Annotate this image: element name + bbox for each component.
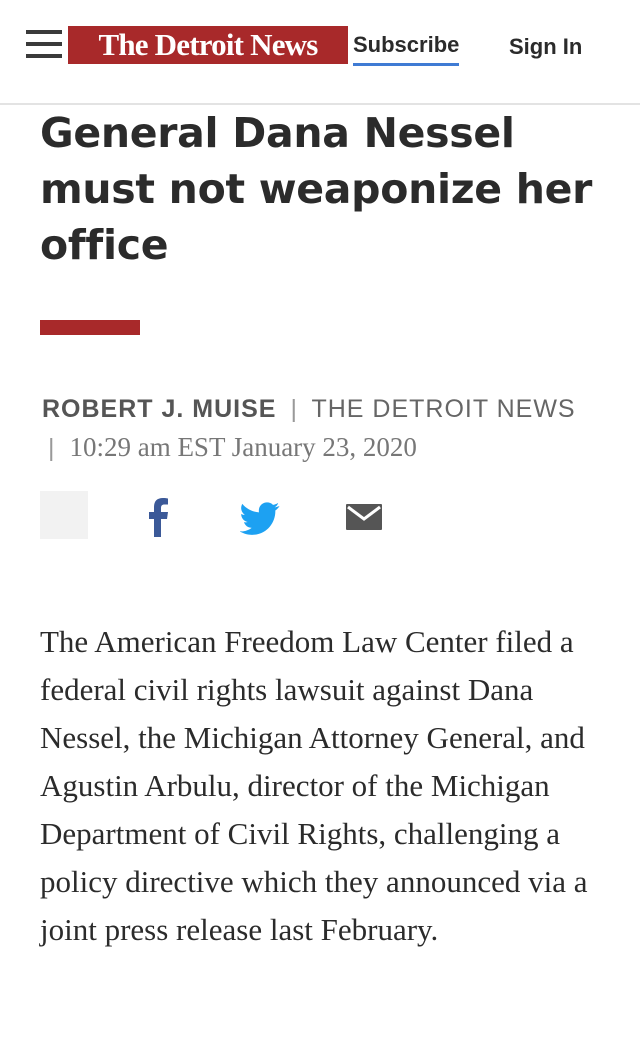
article-byline: ROBERT J. MUISE | THE DETROIT NEWS | 10:…	[42, 390, 602, 467]
article-headline: General Dana Nessel must not weaponize h…	[40, 109, 593, 269]
author-name[interactable]: ROBERT J. MUISE	[42, 395, 276, 423]
sign-in-link[interactable]: Sign In	[509, 35, 582, 59]
byline-separator: |	[48, 434, 56, 462]
menu-line	[26, 42, 62, 46]
share-placeholder	[40, 491, 88, 539]
byline-separator: |	[290, 395, 298, 423]
menu-line	[26, 30, 62, 34]
headline-accent-bar	[40, 320, 140, 335]
site-logo[interactable]: The Detroit News	[68, 26, 348, 64]
twitter-icon	[239, 502, 280, 535]
email-icon	[346, 504, 382, 530]
publication-name: THE DETROIT NEWS	[311, 395, 576, 423]
hamburger-menu-icon[interactable]	[26, 30, 62, 60]
article-body-paragraph: The American Freedom Law Center filed a …	[40, 624, 588, 947]
facebook-icon	[149, 498, 168, 537]
publish-timestamp: 10:29 am EST January 23, 2020	[69, 432, 417, 462]
menu-line	[26, 54, 62, 58]
subscribe-link[interactable]: Subscribe	[353, 33, 460, 66]
site-header: The Detroit News Subscribe Sign In	[0, 0, 640, 105]
facebook-share-button[interactable]	[140, 491, 176, 539]
twitter-share-button[interactable]	[239, 491, 280, 539]
email-share-button[interactable]	[344, 491, 384, 539]
